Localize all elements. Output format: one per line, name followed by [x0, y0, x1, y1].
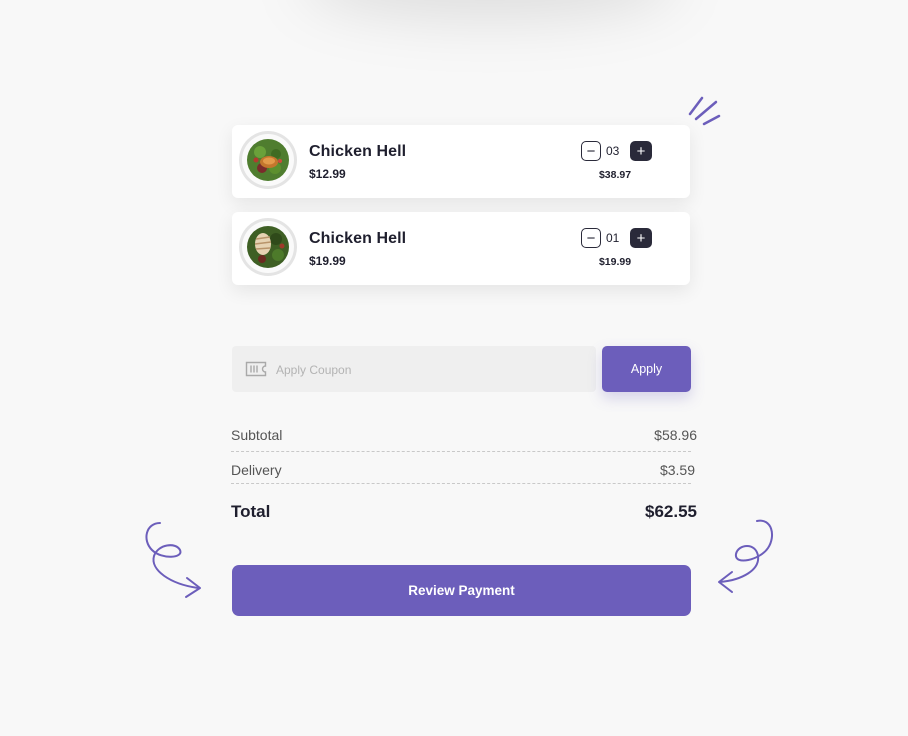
item-price: $12.99 — [309, 167, 346, 181]
top-shadow — [300, 0, 680, 20]
quantity-value: 01 — [606, 231, 620, 245]
coupon-input[interactable] — [274, 346, 578, 394]
item-line-total: $38.97 — [598, 169, 632, 181]
cart-item: Chicken Hell $19.99 − 01 + $19.99 — [232, 212, 690, 285]
total-value: $62.55 — [645, 502, 697, 521]
item-line-total: $19.99 — [598, 256, 632, 268]
apply-coupon-button[interactable]: Apply — [602, 346, 691, 392]
ticket-icon — [245, 361, 267, 377]
subtotal-row: Subtotal $58.96 — [231, 427, 697, 449]
coupon-field — [232, 346, 596, 394]
subtotal-value: $58.96 — [654, 427, 697, 443]
divider — [231, 483, 691, 484]
increase-quantity-button[interactable]: + — [630, 141, 652, 161]
subtotal-label: Subtotal — [231, 427, 283, 443]
food-plate-image — [239, 218, 297, 276]
review-payment-button[interactable]: Review Payment — [232, 565, 691, 616]
item-name: Chicken Hell — [309, 230, 407, 247]
item-name: Chicken Hell — [309, 143, 407, 160]
sparkle-lines-decoration — [688, 96, 721, 126]
cart-item: Chicken Hell $12.99 − 03 + $38.97 — [232, 125, 690, 198]
increase-quantity-button[interactable]: + — [630, 228, 652, 248]
decrease-quantity-button[interactable]: − — [581, 228, 601, 248]
delivery-row: Delivery $3.59 — [231, 462, 697, 484]
total-label: Total — [231, 502, 271, 521]
curly-arrow-right-decoration — [718, 519, 773, 593]
delivery-label: Delivery — [231, 462, 282, 478]
total-row: Total $62.55 — [231, 502, 697, 528]
quantity-value: 03 — [606, 144, 620, 158]
curly-arrow-left-decoration — [145, 522, 201, 598]
food-plate-image — [239, 131, 297, 189]
divider — [231, 451, 691, 452]
delivery-value: $3.59 — [659, 462, 695, 478]
decrease-quantity-button[interactable]: − — [581, 141, 601, 161]
item-price: $19.99 — [309, 254, 346, 268]
